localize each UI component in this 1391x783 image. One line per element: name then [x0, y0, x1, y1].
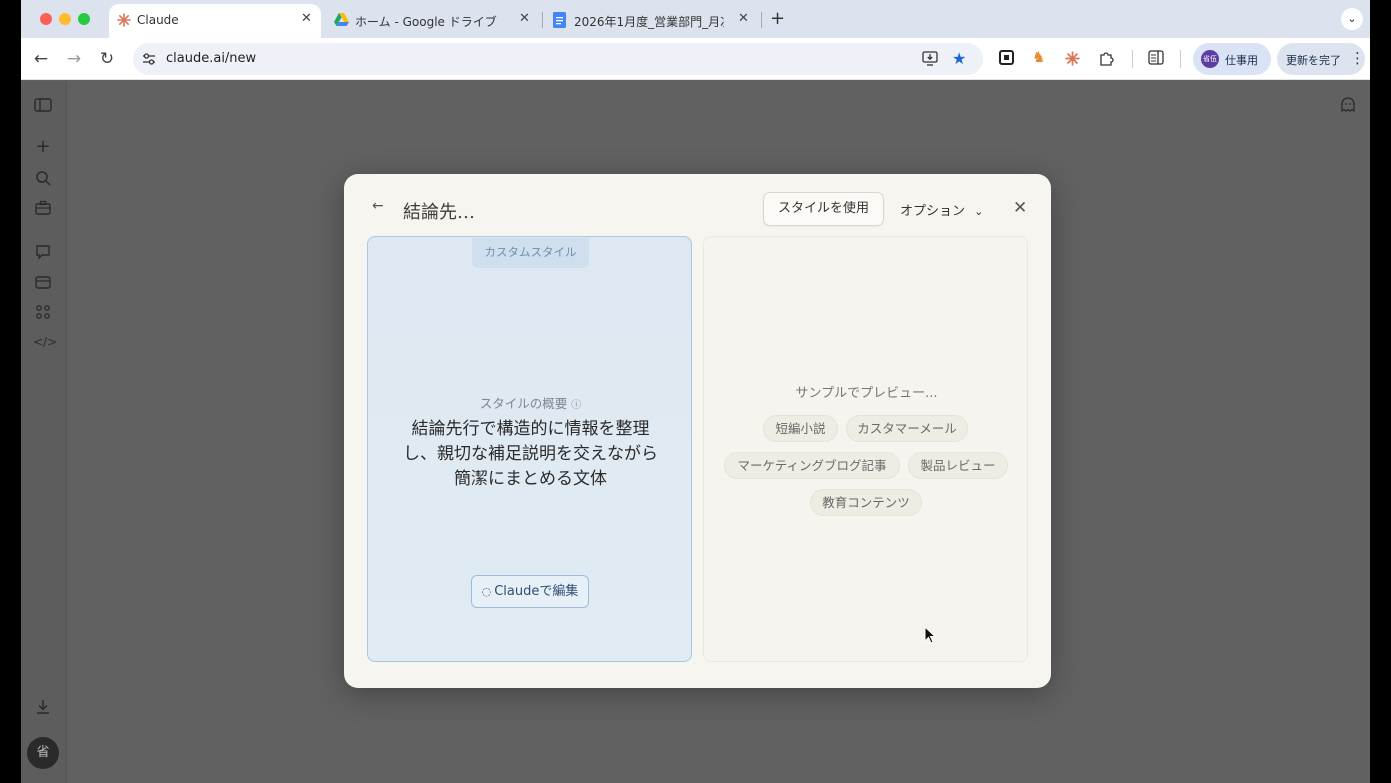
- tab-google-drive[interactable]: ホーム - Google ドライブ ✕: [327, 4, 539, 38]
- browser-toolbar: ← → ↻ claude.ai/new ★ ♞ 省伍 仕事用 更新を完了 ⋮: [21, 38, 1370, 80]
- google-docs-icon: [553, 12, 566, 28]
- artifacts-grid-icon[interactable]: [33, 302, 53, 322]
- extension-square-icon[interactable]: [999, 50, 1014, 65]
- side-panel-icon[interactable]: [1148, 50, 1164, 65]
- extensions-puzzle-icon[interactable]: [1098, 50, 1114, 66]
- options-label: オプション: [900, 204, 966, 219]
- window-minimize-button[interactable]: [59, 13, 71, 25]
- new-chat-plus-icon[interactable]: +: [33, 137, 53, 157]
- incognito-chat-icon[interactable]: [1339, 96, 1357, 114]
- search-icon[interactable]: [33, 168, 53, 188]
- close-icon[interactable]: ✕: [738, 11, 749, 26]
- tab-google-doc[interactable]: 2026年1月度_営業部門_月次レ ✕: [546, 4, 758, 38]
- close-icon[interactable]: ✕: [1013, 198, 1027, 218]
- claude-extension-icon[interactable]: [1065, 51, 1080, 66]
- window-close-button[interactable]: [40, 13, 52, 25]
- chat-bubble-icon: ◌: [481, 585, 492, 598]
- close-icon[interactable]: ✕: [301, 11, 312, 26]
- sample-chip-short-story[interactable]: 短編小説: [763, 415, 838, 442]
- browser-window: Claude ✕ ホーム - Google ドライブ ✕ 2026年1月度_営業…: [21, 0, 1370, 783]
- sample-chip-product-review[interactable]: 製品レビュー: [908, 452, 1008, 479]
- edit-with-claude-button[interactable]: ◌ Claudeで編集: [471, 575, 589, 608]
- sidebar-toggle-icon[interactable]: [33, 95, 53, 115]
- tab-separator: [761, 12, 762, 28]
- code-icon[interactable]: </>: [33, 332, 57, 352]
- download-icon[interactable]: [33, 697, 53, 717]
- chevron-down-icon: ⌄: [974, 205, 984, 218]
- install-app-icon[interactable]: [922, 51, 938, 66]
- modal-title: 結論先…: [403, 202, 475, 223]
- custom-style-tag: カスタムスタイル: [472, 238, 589, 268]
- mouse-cursor-icon: [924, 626, 937, 644]
- summary-label-text: スタイルの概要: [479, 396, 568, 411]
- style-modal: ← 結論先… スタイルを使用 オプション ⌄ ✕ カスタムスタイル スタイルの概…: [344, 174, 1051, 688]
- info-icon[interactable]: ⓘ: [571, 400, 581, 411]
- site-settings-icon[interactable]: [142, 52, 156, 66]
- new-tab-icon[interactable]: +: [770, 8, 785, 29]
- app-sidebar: + </> 省: [21, 81, 67, 783]
- tab-title: 2026年1月度_営業部門_月次レ: [574, 15, 724, 29]
- options-dropdown[interactable]: オプション ⌄: [900, 200, 983, 219]
- update-label: 更新を完了: [1286, 54, 1341, 67]
- sample-chip-marketing-blog[interactable]: マーケティングブログ記事: [724, 452, 900, 479]
- tab-separator: [542, 12, 543, 28]
- user-avatar[interactable]: 省: [27, 737, 59, 769]
- extension-fox-icon[interactable]: ♞: [1032, 48, 1045, 66]
- tab-claude[interactable]: Claude ✕: [109, 4, 321, 38]
- more-menu-icon[interactable]: ⋮: [1350, 49, 1365, 67]
- close-icon[interactable]: ✕: [519, 11, 530, 26]
- sample-preview-card: サンプルでプレビュー... 短編小説 カスタマーメール マーケティングブログ記事…: [703, 236, 1028, 662]
- google-drive-icon: [334, 13, 349, 26]
- toolbar-divider: [1132, 50, 1133, 68]
- tab-title: ホーム - Google ドライブ: [355, 15, 497, 29]
- projects-box-icon[interactable]: [33, 272, 53, 292]
- address-bar[interactable]: claude.ai/new ★: [133, 43, 983, 75]
- bookmark-star-icon[interactable]: ★: [952, 49, 966, 68]
- toolbar-divider: [1180, 50, 1181, 68]
- tab-strip: Claude ✕ ホーム - Google ドライブ ✕ 2026年1月度_営業…: [21, 0, 1370, 38]
- profile-label: 仕事用: [1225, 54, 1258, 67]
- style-summary-card: カスタムスタイル スタイルの概要 ⓘ 結論先行で構造的に情報を整理 し、親切な補…: [367, 236, 692, 662]
- use-style-button[interactable]: スタイルを使用: [763, 192, 884, 226]
- claude-logo-icon: [117, 13, 131, 27]
- sample-chip-educational-content[interactable]: 教育コンテンツ: [810, 489, 922, 516]
- sample-chip-customer-email[interactable]: カスタマーメール: [846, 415, 968, 442]
- forward-arrow-icon[interactable]: →: [62, 47, 86, 71]
- reload-icon[interactable]: ↻: [95, 47, 119, 71]
- preview-label: サンプルでプレビュー...: [795, 386, 938, 401]
- briefcase-icon[interactable]: [33, 198, 53, 218]
- summary-label: スタイルの概要 ⓘ: [368, 393, 693, 412]
- url-text: claude.ai/new: [166, 51, 257, 66]
- edit-button-label: Claudeで編集: [494, 584, 579, 599]
- style-summary-text: 結論先行で構造的に情報を整理 し、親切な補足説明を交えながら 簡潔にまとめる文体: [403, 419, 658, 489]
- chats-icon[interactable]: [33, 242, 53, 262]
- profile-avatar: 省伍: [1201, 50, 1219, 68]
- back-arrow-icon[interactable]: ←: [29, 47, 53, 71]
- profile-button[interactable]: 省伍 仕事用: [1193, 43, 1271, 75]
- tab-search-chevron-icon[interactable]: ⌄: [1341, 8, 1363, 30]
- update-button[interactable]: 更新を完了 ⋮: [1277, 43, 1365, 75]
- back-arrow-icon[interactable]: ←: [372, 198, 384, 214]
- tab-title: Claude: [137, 13, 179, 27]
- window-zoom-button[interactable]: [78, 13, 90, 25]
